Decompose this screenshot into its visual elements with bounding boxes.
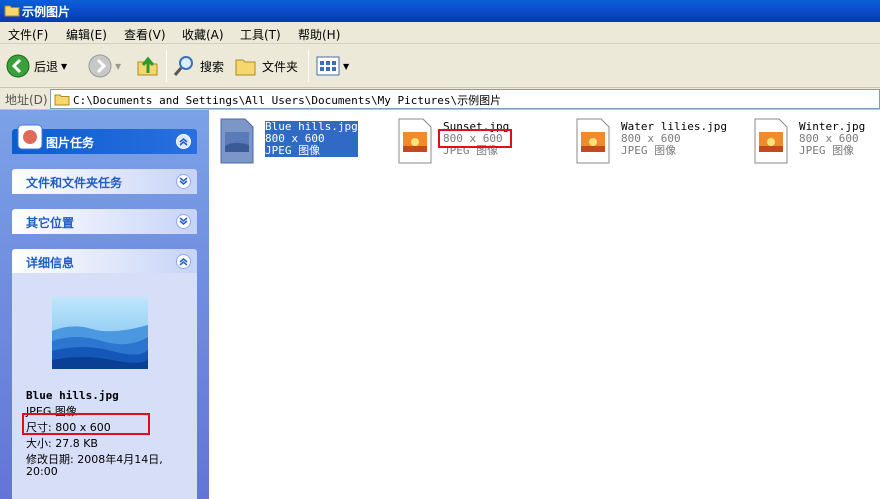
picture-tasks-icon: [17, 124, 43, 150]
file-item-blue-hills[interactable]: Blue hills.jpg 800 x 600 JPEG 图像: [219, 116, 389, 168]
up-folder-button[interactable]: [136, 52, 160, 80]
picture-tasks-header[interactable]: 图片任务: [12, 124, 197, 154]
highlight-box-file-dimensions: [438, 129, 512, 148]
back-dropdown-icon[interactable]: ▼: [61, 62, 67, 71]
jpeg-file-icon: [754, 118, 788, 164]
menu-help[interactable]: 帮助(H): [298, 26, 340, 43]
jpeg-file-icon: [576, 118, 610, 164]
file-label: Water lilies.jpg 800 x 600 JPEG 图像: [621, 121, 727, 157]
image-thumbnail: [52, 297, 148, 369]
views-button[interactable]: ▼: [316, 52, 349, 80]
collapse-chevron-icon[interactable]: [176, 254, 191, 269]
file-type: JPEG 图像: [621, 144, 677, 157]
task-pane: 图片任务 文件和文件夹任务 其它位置 详细信息 Blue hills.jpg J…: [0, 110, 209, 499]
menu-bar: 文件(F) 编辑(E) 查看(V) 收藏(A) 工具(T) 帮助(H): [0, 22, 880, 44]
folders-button[interactable]: 文件夹: [234, 52, 298, 80]
menu-view[interactable]: 查看(V): [124, 26, 166, 43]
folders-label: 文件夹: [262, 59, 299, 74]
details-modified-time: 20:00: [26, 465, 58, 478]
other-places-title: 其它位置: [26, 216, 75, 230]
menu-tools[interactable]: 工具(T): [240, 26, 281, 43]
details-title: 详细信息: [26, 256, 75, 270]
forward-dropdown-icon[interactable]: ▼: [115, 62, 121, 71]
expand-chevron-icon[interactable]: [176, 214, 191, 229]
picture-tasks-title: 图片任务: [46, 136, 95, 150]
file-folder-tasks-title: 文件和文件夹任务: [26, 176, 123, 190]
file-label: Blue hills.jpg 800 x 600 JPEG 图像: [265, 121, 358, 157]
file-folder-tasks-header[interactable]: 文件和文件夹任务: [12, 169, 197, 194]
address-input[interactable]: C:\Documents and Settings\All Users\Docu…: [50, 89, 880, 109]
folder-icon: [4, 5, 20, 17]
folder-icon: [54, 94, 70, 106]
file-item-winter[interactable]: Winter.jpg 800 x 600 JPEG 图像: [753, 116, 880, 168]
up-folder-icon: [137, 56, 158, 76]
jpeg-file-icon: [220, 118, 254, 164]
file-item-water-lilies[interactable]: Water lilies.jpg 800 x 600 JPEG 图像: [575, 116, 745, 168]
details-size: 大小: 27.8 KB: [26, 437, 98, 450]
file-label: Winter.jpg 800 x 600 JPEG 图像: [799, 121, 865, 157]
views-icon: [316, 56, 340, 76]
menu-file[interactable]: 文件(F): [8, 26, 48, 43]
back-button[interactable]: 后退 ▼: [6, 52, 67, 80]
title-bar[interactable]: 示例图片: [0, 0, 880, 22]
folders-icon: [235, 59, 256, 76]
forward-button[interactable]: ▼: [88, 52, 121, 80]
back-arrow-icon: [6, 54, 30, 78]
file-type: JPEG 图像: [799, 144, 855, 157]
search-icon: [173, 56, 193, 76]
menu-favorites[interactable]: 收藏(A): [182, 26, 224, 43]
window-title: 示例图片: [22, 5, 71, 19]
file-list: Blue hills.jpg 800 x 600 JPEG 图像 Sunset.…: [209, 110, 880, 499]
details-file-name: Blue hills.jpg: [26, 389, 119, 402]
menu-edit[interactable]: 编辑(E): [66, 26, 107, 43]
file-type: JPEG 图像: [265, 144, 321, 157]
highlight-box-details-dimensions: [22, 413, 150, 435]
expand-chevron-icon[interactable]: [176, 174, 191, 189]
address-bar: 地址(D) C:\Documents and Settings\All User…: [0, 88, 880, 110]
details-panel: Blue hills.jpg JPEG 图像 尺寸: 800 x 600 大小:…: [12, 273, 197, 499]
search-button[interactable]: 搜索: [172, 52, 224, 80]
other-places-header[interactable]: 其它位置: [12, 209, 197, 234]
collapse-chevron-icon[interactable]: [176, 134, 191, 149]
views-dropdown-icon[interactable]: ▼: [343, 62, 349, 71]
details-header[interactable]: 详细信息: [12, 249, 197, 274]
jpeg-file-icon: [398, 118, 432, 164]
search-label: 搜索: [200, 59, 225, 74]
forward-arrow-icon: [88, 54, 112, 78]
toolbar: 后退 ▼ ▼ 搜索 文件夹 ▼: [0, 44, 880, 88]
address-path: C:\Documents and Settings\All Users\Docu…: [73, 94, 502, 107]
address-label: 地址(D): [5, 93, 48, 107]
back-label: 后退: [34, 59, 59, 74]
